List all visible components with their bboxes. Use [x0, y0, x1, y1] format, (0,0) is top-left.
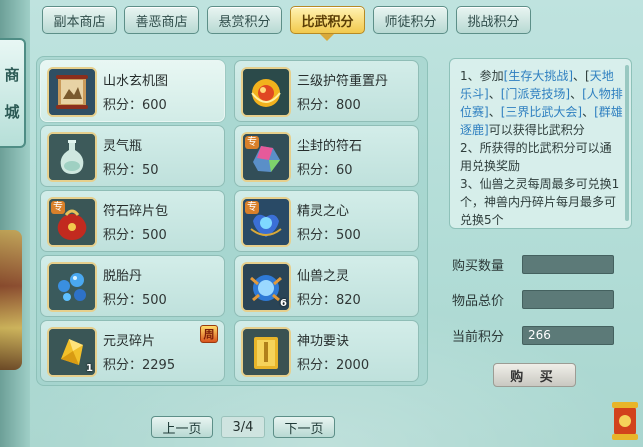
current-points-field: 266 [522, 326, 614, 345]
item-name: 符石碎片包 [103, 204, 169, 219]
shop-item[interactable]: 神功要诀 积分：2000 [234, 320, 419, 382]
item-name: 仙兽之灵 [297, 269, 350, 284]
rule-3: 3、仙兽之灵每周最多可兑换1个，神兽内丹碎片每月最多可兑换5个 [460, 177, 620, 227]
quantity-input[interactable] [522, 255, 614, 274]
buy-button[interactable]: 购 买 [493, 363, 576, 387]
active-tab-arrow [320, 34, 334, 41]
item-price: 积分：500 [103, 293, 167, 308]
event-link[interactable]: [三界比武大会] [501, 105, 582, 119]
spirit-heart-icon: 专 [241, 197, 291, 247]
item-name: 脱胎丹 [103, 269, 143, 284]
event-link[interactable]: [生存大挑战] [504, 69, 573, 83]
tab-challenge-points[interactable]: 挑战积分 [456, 6, 531, 34]
shop-item[interactable]: 灵气瓶 积分：50 [40, 125, 225, 187]
golden-pill-icon [241, 67, 291, 117]
item-name: 三级护符重置丹 [297, 74, 389, 89]
shop-item[interactable]: 6 仙兽之灵 积分：820 [234, 255, 419, 317]
treasure-decoration [0, 230, 22, 370]
rule-2: 2、所获得的比武积分可以通用兑换奖励 [460, 141, 612, 173]
shop-item[interactable]: 三级护符重置丹 积分：800 [234, 60, 419, 122]
shop-item[interactable]: 脱胎丹 积分：500 [40, 255, 225, 317]
item-name: 灵气瓶 [103, 139, 143, 154]
event-link[interactable]: [门派竞技场] [501, 87, 570, 101]
current-points-label: 当前积分 [452, 330, 505, 345]
item-price: 积分：500 [297, 228, 361, 243]
weekly-limit-badge: 周 [200, 325, 218, 343]
tab-bounty-points[interactable]: 悬赏积分 [207, 6, 282, 34]
tab-karma-shop[interactable]: 善恶商店 [124, 6, 199, 34]
next-page-button[interactable]: 下一页 [273, 416, 335, 438]
exclusive-tag: 专 [245, 201, 259, 214]
item-name: 神功要诀 [297, 334, 350, 349]
prev-page-button[interactable]: 上一页 [151, 416, 213, 438]
item-price: 积分：50 [103, 163, 159, 178]
item-name: 山水玄机图 [103, 74, 169, 89]
quantity-label: 购买数量 [452, 259, 505, 274]
exclusive-tag: 专 [51, 201, 65, 214]
total-price-field [522, 290, 614, 309]
exclusive-tag: 专 [245, 136, 259, 149]
side-tab-char: 城 [4, 103, 20, 121]
tab-arena-points[interactable]: 比武积分 [290, 6, 365, 34]
page-indicator: 3/4 [221, 416, 265, 438]
item-quantity: 1 [86, 363, 93, 374]
item-price: 积分：60 [297, 163, 353, 178]
rule-1: 1、参加[生存大挑战]、[天地乐斗]、[门派竞技场]、[人物排位赛]、[三界比武… [460, 69, 623, 137]
shop-item[interactable]: 专 精灵之心 积分：500 [234, 190, 419, 252]
tab-dungeon-shop[interactable]: 副本商店 [42, 6, 117, 34]
shop-item[interactable]: 专 尘封的符石 积分：60 [234, 125, 419, 187]
side-tab-char: 商 [4, 66, 20, 84]
item-price: 积分：820 [297, 293, 361, 308]
shop-item[interactable]: 山水玄机图 积分：600 [40, 60, 225, 122]
item-name: 尘封的符石 [297, 139, 363, 154]
item-price: 积分：800 [297, 98, 361, 113]
vase-icon [47, 132, 97, 182]
tab-mentor-points[interactable]: 师徒积分 [373, 6, 448, 34]
crystal-shard-icon: 1 [47, 327, 97, 377]
lantern-decoration [604, 392, 643, 447]
blue-pills-icon [47, 262, 97, 312]
beast-orb-icon: 6 [241, 262, 291, 312]
shop-item[interactable]: 1 元灵碎片 积分：2295 周 [40, 320, 225, 382]
item-quantity: 6 [280, 298, 287, 309]
scroll-map-icon [47, 67, 97, 117]
item-price: 积分：2295 [103, 358, 176, 373]
side-tab-mall[interactable]: 商 城 [0, 38, 26, 148]
item-price: 积分：500 [103, 228, 167, 243]
shop-item[interactable]: 专 符石碎片包 积分：500 [40, 190, 225, 252]
total-price-label: 物品总价 [452, 294, 505, 309]
red-pouch-icon: 专 [47, 197, 97, 247]
gem-stone-icon: 专 [241, 132, 291, 182]
rules-panel: 1、参加[生存大挑战]、[天地乐斗]、[门派竞技场]、[人物排位赛]、[三界比武… [449, 58, 632, 229]
item-name: 精灵之心 [297, 204, 350, 219]
shop-window: 商 城 副本商店 善恶商店 悬赏积分 比武积分 师徒积分 挑战积分 山水玄机图 … [0, 0, 643, 447]
rules-scrollbar[interactable] [625, 65, 629, 221]
item-name: 元灵碎片 [103, 334, 156, 349]
item-price: 积分：600 [103, 98, 167, 113]
item-price: 积分：2000 [297, 358, 370, 373]
golden-book-icon [241, 327, 291, 377]
